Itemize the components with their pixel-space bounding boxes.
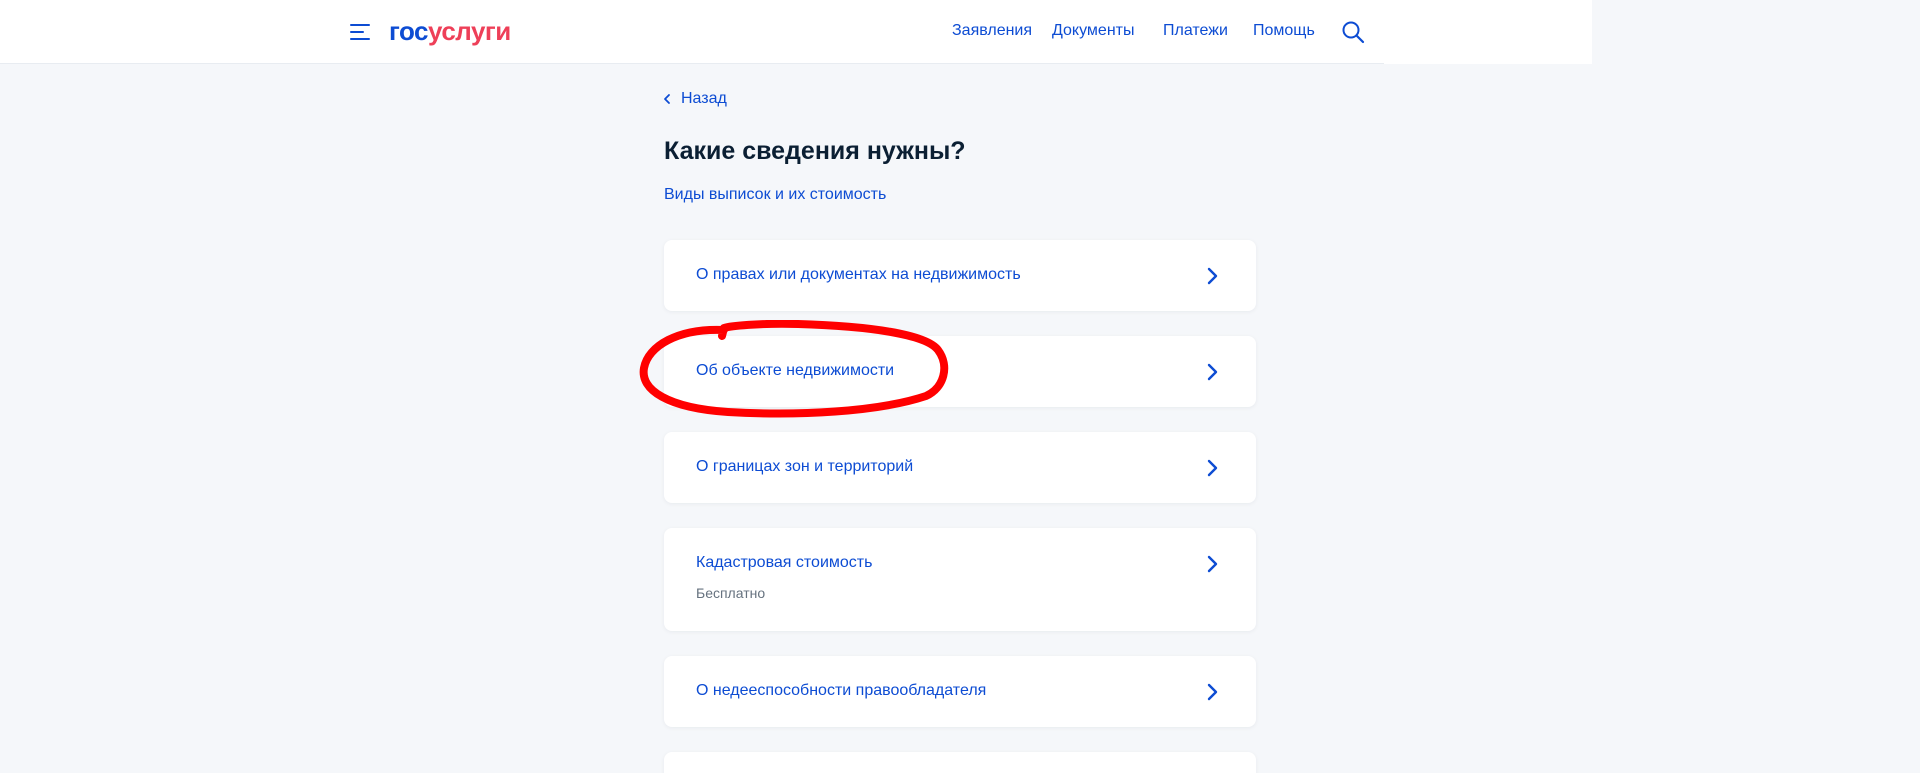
chevron-right-icon bbox=[1207, 683, 1218, 701]
option-card-real-estate-object[interactable]: Об объекте недвижимости bbox=[664, 336, 1256, 407]
back-link[interactable]: Назад bbox=[662, 88, 727, 110]
option-card-cadastral-value[interactable]: Кадастровая стоимость Бесплатно bbox=[664, 528, 1256, 631]
option-label: О правах или документах на недвижимость bbox=[696, 266, 1021, 283]
gosuslugi-logo[interactable]: госуслуги bbox=[389, 14, 511, 48]
option-card-incapacity-owner[interactable]: О недееспособности правообладателя bbox=[664, 656, 1256, 727]
top-nav-documents-wrap: Документы bbox=[1052, 20, 1134, 42]
option-price-note: Бесплатно bbox=[696, 585, 766, 601]
burger-menu-icon[interactable] bbox=[350, 22, 372, 42]
header-bar: госуслуги Заявления Документы Платежи По… bbox=[0, 0, 1920, 64]
top-nav: Заявления bbox=[952, 20, 1032, 42]
chevron-right-icon bbox=[1207, 459, 1218, 477]
statement-types-link[interactable]: Виды выписок и их стоимость bbox=[664, 184, 886, 206]
page-title: Какие сведения нужны? bbox=[664, 137, 966, 165]
nav-applications[interactable]: Заявления bbox=[952, 20, 1032, 42]
top-nav-help-wrap: Помощь bbox=[1253, 20, 1315, 42]
chevron-left-icon bbox=[664, 94, 670, 104]
top-nav-payments-wrap: Платежи bbox=[1163, 20, 1228, 42]
option-label: Об объекте недвижимости bbox=[696, 362, 895, 379]
option-card-next-partial[interactable] bbox=[664, 752, 1256, 773]
nav-help[interactable]: Помощь bbox=[1253, 20, 1315, 42]
option-label: О недееспособности правообладателя bbox=[696, 682, 987, 699]
chevron-right-icon bbox=[1207, 555, 1218, 573]
nav-payments[interactable]: Платежи bbox=[1163, 20, 1228, 42]
search-icon[interactable] bbox=[1341, 20, 1365, 44]
chevron-right-icon bbox=[1207, 267, 1218, 285]
back-label: Назад bbox=[681, 90, 727, 107]
chevron-right-icon bbox=[1207, 363, 1218, 381]
header-white-bg-right bbox=[1384, 0, 1592, 64]
logo-part-gos: гос bbox=[389, 16, 429, 46]
logo-part-uslugi: услуги bbox=[428, 16, 511, 46]
nav-documents[interactable]: Документы bbox=[1052, 20, 1134, 42]
option-label: О границах зон и территорий bbox=[696, 458, 914, 475]
option-label: Кадастровая стоимость bbox=[696, 554, 873, 571]
option-card-rights-documents[interactable]: О правах или документах на недвижимость bbox=[664, 240, 1256, 311]
option-card-zone-boundaries[interactable]: О границах зон и территорий bbox=[664, 432, 1256, 503]
